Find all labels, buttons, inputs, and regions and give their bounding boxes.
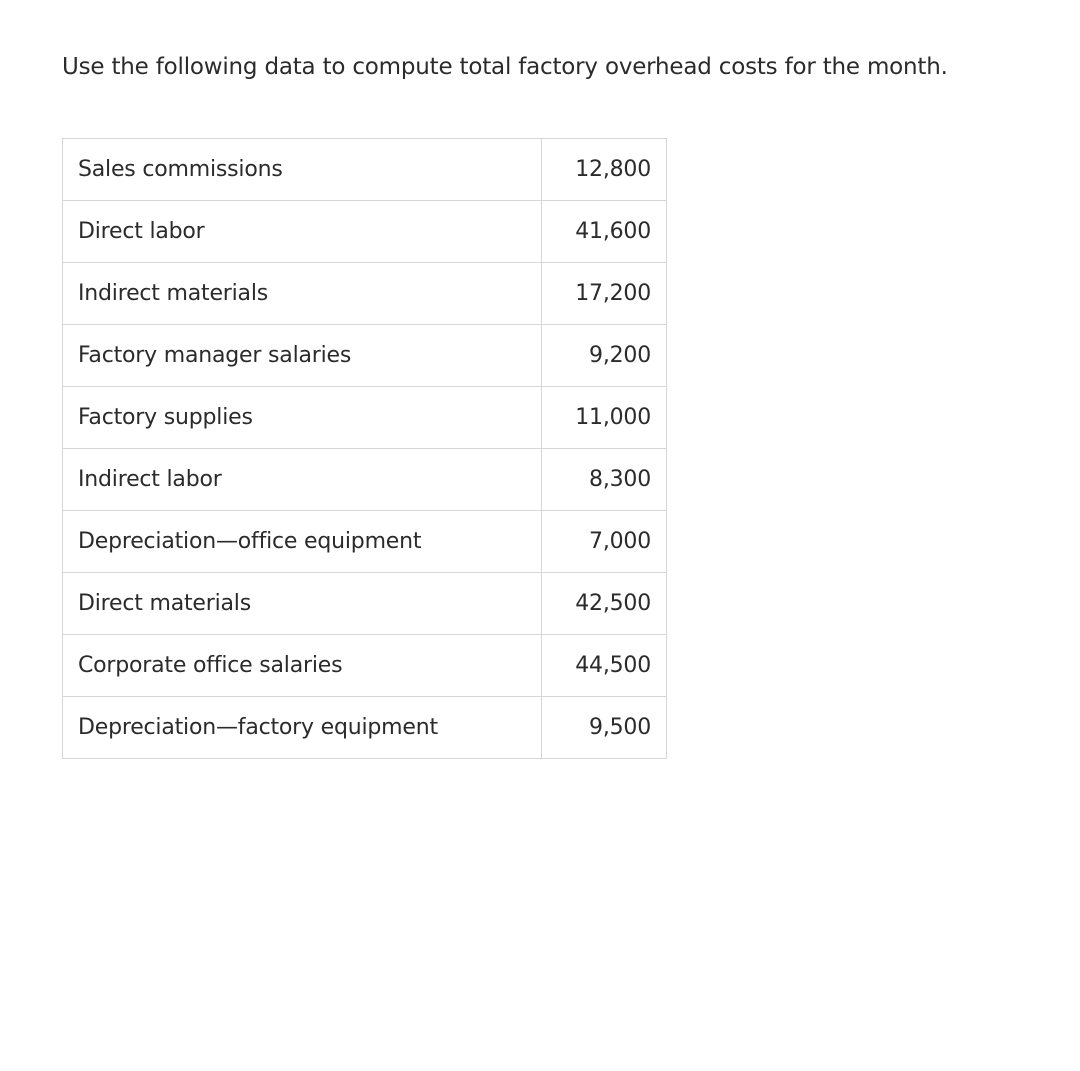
cost-label: Depreciation—factory equipment — [62, 696, 542, 759]
table-row: Corporate office salaries 44,500 — [62, 634, 667, 697]
cost-value: 42,500 — [541, 572, 667, 635]
cost-data-table: Sales commissions 12,800 Direct labor 41,60… — [62, 138, 667, 759]
cost-value: 41,600 — [541, 200, 667, 263]
question-text: Use the following data to compute total … — [62, 54, 948, 80]
cost-value: 9,200 — [541, 324, 667, 387]
cost-label: Sales commissions — [62, 138, 542, 201]
table-row: Factory manager salaries 9,200 — [62, 324, 667, 387]
table-row: Indirect labor 8,300 — [62, 448, 667, 511]
cost-value: 44,500 — [541, 634, 667, 697]
table-row: Depreciation—office equipment 7,000 — [62, 510, 667, 573]
cost-label: Direct labor — [62, 200, 542, 263]
cost-label: Factory manager salaries — [62, 324, 542, 387]
table-row: Direct materials 42,500 — [62, 572, 667, 635]
table-row: Indirect materials 17,200 — [62, 262, 667, 325]
table-row: Factory supplies 11,000 — [62, 386, 667, 449]
cost-value: 8,300 — [541, 448, 667, 511]
cost-value: 11,000 — [541, 386, 667, 449]
cost-label: Direct materials — [62, 572, 542, 635]
cost-label: Factory supplies — [62, 386, 542, 449]
cost-value: 17,200 — [541, 262, 667, 325]
cost-value: 7,000 — [541, 510, 667, 573]
cost-label: Indirect labor — [62, 448, 542, 511]
cost-label: Depreciation—office equipment — [62, 510, 542, 573]
table-row: Direct labor 41,600 — [62, 200, 667, 263]
cost-label: Indirect materials — [62, 262, 542, 325]
cost-label: Corporate office salaries — [62, 634, 542, 697]
cost-value: 9,500 — [541, 696, 667, 759]
table-row: Sales commissions 12,800 — [62, 138, 667, 201]
table-row: Depreciation—factory equipment 9,500 — [62, 696, 667, 759]
cost-value: 12,800 — [541, 138, 667, 201]
